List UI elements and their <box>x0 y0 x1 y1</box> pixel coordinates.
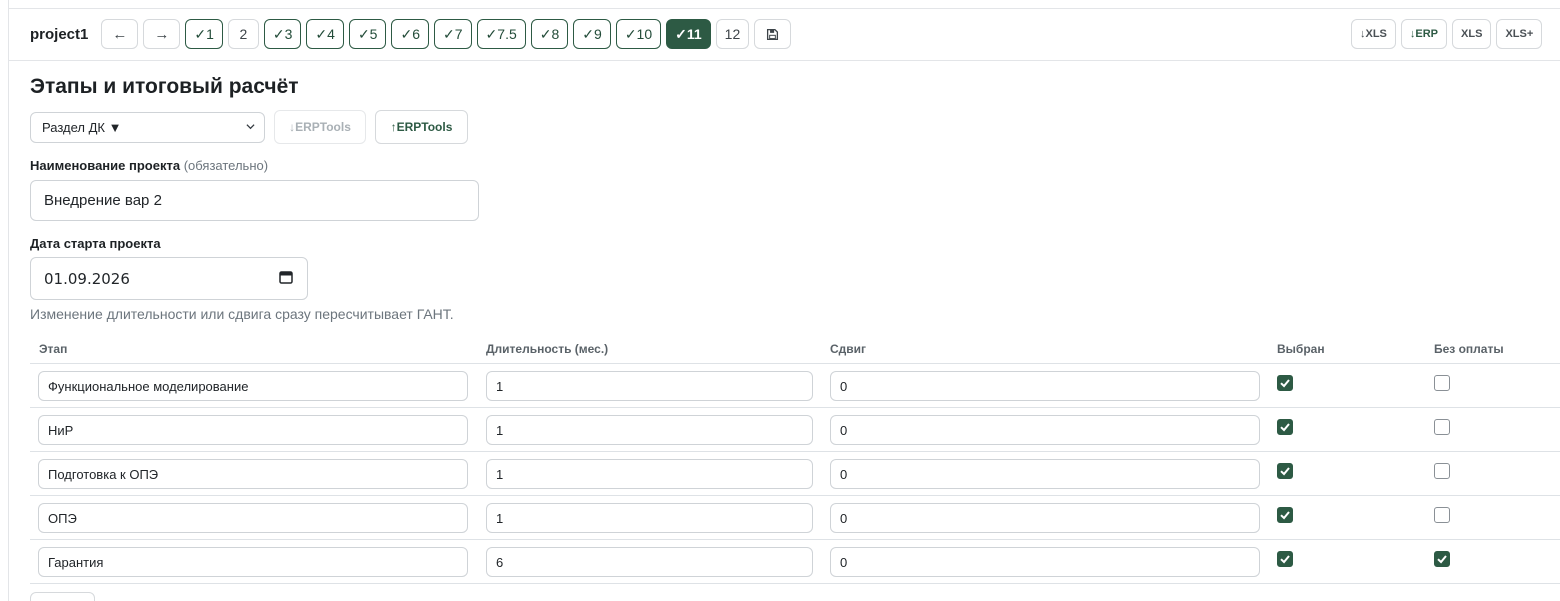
shift-input[interactable]: 0 <box>830 415 1260 445</box>
step-buttons: ✓1 2 ✓3 ✓4 ✓5 ✓6 ✓7 ✓7.5 ✓8 ✓9 ✓10 ✓11 12 <box>185 19 750 49</box>
start-date-value: 01.09.2026 <box>44 269 130 288</box>
duration-input-value: 1 <box>496 422 504 438</box>
step-button[interactable]: ✓8 <box>530 19 569 49</box>
stage-name-input-value: Подготовка к ОПЭ <box>48 466 159 482</box>
stage-name-input[interactable]: Функциональное моделирование <box>38 371 468 401</box>
top-border <box>8 8 1560 9</box>
step-button[interactable]: ✓3 <box>263 19 302 49</box>
stage-name-input-value: ОПЭ <box>48 510 77 526</box>
add-stage-button[interactable] <box>30 592 95 601</box>
save-icon <box>767 28 779 40</box>
step-button[interactable]: ✓6 <box>391 19 430 49</box>
stage-name-input-value: Функциональное моделирование <box>48 378 249 394</box>
duration-input-value: 1 <box>496 510 504 526</box>
required-hint: (обязательно) <box>183 158 269 173</box>
calendar-icon[interactable] <box>279 270 293 284</box>
row-divider <box>30 451 1560 452</box>
project-name-input[interactable]: Внедрение вар 2 <box>30 180 479 221</box>
step-button[interactable]: ✓7.5 <box>476 19 526 49</box>
step-button[interactable]: 2 <box>227 19 259 49</box>
duration-input[interactable]: 1 <box>486 503 813 533</box>
shift-input[interactable]: 0 <box>830 459 1260 489</box>
selected-checkbox[interactable] <box>1277 551 1293 567</box>
xls-plus-button[interactable]: XLS+ <box>1496 19 1543 49</box>
shift-input[interactable]: 0 <box>830 547 1260 577</box>
column-header-no-payment: Без оплаты <box>1434 342 1504 356</box>
step-button[interactable]: ✓11 <box>666 19 711 49</box>
row-divider <box>30 363 1560 364</box>
download-erp-button[interactable]: ↓ERP <box>1400 19 1448 49</box>
left-border <box>8 0 9 601</box>
back-button[interactable]: ← <box>101 19 139 49</box>
forward-button[interactable]: → <box>143 19 181 49</box>
erp-upload-button[interactable]: ↑ERPTools <box>375 110 468 144</box>
section-select[interactable]: Раздел ДК ▼ <box>30 112 265 143</box>
shift-input-value: 0 <box>840 510 848 526</box>
step-toolbar: project1 ← → ✓1 2 ✓3 ✓4 ✓5 ✓6 ✓7 ✓7.5 ✓8 ✓9 ✓10 ✓11… <box>30 19 792 49</box>
project-name-label: Наименование проекта (обязательно) <box>30 158 268 173</box>
row-divider <box>30 407 1560 408</box>
no-payment-checkbox[interactable] <box>1434 375 1450 391</box>
step-button[interactable]: ✓4 <box>306 19 344 49</box>
shift-input-value: 0 <box>840 466 848 482</box>
row-divider <box>30 539 1560 540</box>
row-divider <box>30 495 1560 496</box>
chevron-down-icon <box>246 124 255 130</box>
download-xls-button[interactable]: ↓XLS <box>1351 19 1396 49</box>
shift-input[interactable]: 0 <box>830 371 1260 401</box>
step-button[interactable]: ✓10 <box>615 19 662 49</box>
column-header-selected: Выбран <box>1277 342 1325 356</box>
stage-name-input-value: НиР <box>48 422 74 438</box>
stage-name-input-value: Гарантия <box>48 554 104 570</box>
duration-input[interactable]: 6 <box>486 547 813 577</box>
shift-input[interactable]: 0 <box>830 503 1260 533</box>
stage-name-input[interactable]: НиР <box>38 415 468 445</box>
selected-checkbox[interactable] <box>1277 419 1293 435</box>
step-button[interactable]: 12 <box>715 19 750 49</box>
stage-name-input[interactable]: Гарантия <box>38 547 468 577</box>
project-name: project1 <box>30 25 89 43</box>
shift-input-value: 0 <box>840 422 848 438</box>
project-name-label-text: Наименование проекта <box>30 158 181 173</box>
page-title: Этапы и итоговый расчёт <box>30 75 299 98</box>
selected-checkbox[interactable] <box>1277 463 1293 479</box>
start-date-label: Дата старта проекта <box>30 236 161 251</box>
header-divider <box>8 60 1560 61</box>
shift-input-value: 0 <box>840 554 848 570</box>
selected-checkbox[interactable] <box>1277 375 1293 391</box>
step-button[interactable]: ✓1 <box>185 19 223 49</box>
no-payment-checkbox[interactable] <box>1434 463 1450 479</box>
column-header-duration: Длительность (мес.) <box>486 342 609 356</box>
export-tools: ↓XLS ↓ERP XLS XLS+ <box>1351 19 1543 49</box>
duration-input[interactable]: 1 <box>486 415 813 445</box>
gantt-note: Изменение длительности или сдвига сразу … <box>30 306 454 322</box>
section-select-value: Раздел ДК ▼ <box>42 120 122 135</box>
stage-name-input[interactable]: Подготовка к ОПЭ <box>38 459 468 489</box>
xls-button[interactable]: XLS <box>1452 19 1492 49</box>
no-payment-checkbox[interactable] <box>1434 507 1450 523</box>
step-button[interactable]: ✓5 <box>348 19 387 49</box>
step-button[interactable]: ✓9 <box>573 19 611 49</box>
no-payment-checkbox[interactable] <box>1434 419 1450 435</box>
start-date-input[interactable]: 01.09.2026 <box>30 257 308 300</box>
save-button[interactable] <box>754 19 792 49</box>
project-name-value: Внедрение вар 2 <box>44 192 162 209</box>
duration-input-value: 1 <box>496 378 504 394</box>
duration-input[interactable]: 1 <box>486 459 813 489</box>
stage-name-input[interactable]: ОПЭ <box>38 503 468 533</box>
step-button[interactable]: ✓7 <box>434 19 472 49</box>
row-divider <box>30 583 1560 584</box>
erp-download-button[interactable]: ↓ERPTools <box>274 110 366 144</box>
no-payment-checkbox[interactable] <box>1434 551 1450 567</box>
selected-checkbox[interactable] <box>1277 507 1293 523</box>
shift-input-value: 0 <box>840 378 848 394</box>
duration-input-value: 6 <box>496 554 504 570</box>
duration-input-value: 1 <box>496 466 504 482</box>
duration-input[interactable]: 1 <box>486 371 813 401</box>
column-header-shift: Сдвиг <box>830 342 867 356</box>
column-header-stage: Этап <box>39 342 68 356</box>
